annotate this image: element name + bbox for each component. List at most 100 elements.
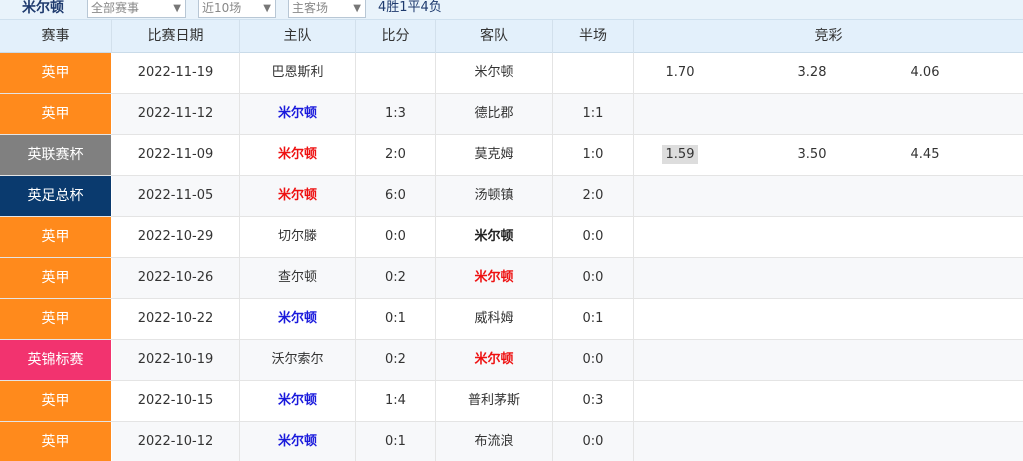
competition-badge[interactable]: 英甲	[0, 53, 112, 93]
away-team-link[interactable]: 普利茅斯	[436, 381, 553, 421]
away-team-link[interactable]: 莫克姆	[436, 135, 553, 175]
odds-value	[782, 258, 842, 298]
odds-value: 1.70	[650, 53, 710, 93]
filter-bar: 米尔顿 全部赛事 ▼ 近10场 ▼ 主客场 ▼ 4胜1平4负	[0, 0, 1023, 20]
odds-value	[650, 299, 710, 339]
competition-select-value: 全部赛事	[91, 1, 140, 15]
home-team-link[interactable]: 米尔顿	[240, 94, 356, 134]
match-score[interactable]: 0:2	[356, 258, 436, 298]
match-score[interactable]: 1:3	[356, 94, 436, 134]
odds-value	[895, 340, 955, 380]
odds-value	[650, 94, 710, 134]
header-odds: 竞彩	[814, 28, 843, 44]
match-score[interactable]: 0:0	[356, 217, 436, 257]
odds-value	[895, 217, 955, 257]
record-summary: 4胜1平4负	[378, 0, 442, 15]
odds-value	[895, 381, 955, 421]
away-team-link[interactable]: 米尔顿	[436, 217, 553, 257]
away-team-link[interactable]: 布流浪	[436, 422, 553, 461]
competition-badge[interactable]: 英甲	[0, 422, 112, 461]
match-score[interactable]: 0:2	[356, 340, 436, 380]
range-select[interactable]: 近10场 ▼	[198, 0, 276, 18]
home-team-link[interactable]: 米尔顿	[240, 381, 356, 421]
home-team-link[interactable]: 米尔顿	[240, 176, 356, 216]
match-date: 2022-11-19	[112, 53, 240, 93]
away-team-link[interactable]: 米尔顿	[436, 340, 553, 380]
competition-badge[interactable]: 英锦标赛	[0, 340, 112, 380]
competition-badge[interactable]: 英甲	[0, 299, 112, 339]
competition-badge[interactable]: 英甲	[0, 94, 112, 134]
match-score[interactable]: 6:0	[356, 176, 436, 216]
odds-value-text: 1.70	[665, 65, 695, 80]
table-row: 英联赛杯 2022-11-09 米尔顿 2:0 莫克姆 1:0 1.59 3.50 4.45	[0, 135, 1023, 176]
away-team-link[interactable]: 汤顿镇	[436, 176, 553, 216]
table-row: 英甲 2022-11-19 巴恩斯利 米尔顿 1.70 3.28 4.06	[0, 53, 1023, 94]
chevron-down-icon: ▼	[263, 3, 271, 14]
odds-value	[782, 422, 842, 461]
match-date: 2022-11-05	[112, 176, 240, 216]
team-title: 米尔顿	[22, 0, 64, 16]
odds-value	[895, 258, 955, 298]
half-time-score: 0:0	[553, 340, 634, 380]
table-row: 英甲 2022-10-12 米尔顿 0:1 布流浪 0:0	[0, 422, 1023, 461]
range-select-value: 近10场	[202, 1, 242, 15]
header-half: 半场	[553, 20, 634, 53]
competition-badge[interactable]: 英甲	[0, 258, 112, 298]
table-row: 英锦标赛 2022-10-19 沃尔索尔 0:2 米尔顿 0:0	[0, 340, 1023, 381]
odds-value	[650, 258, 710, 298]
table-header: 赛事 比赛日期 主队 比分 客队 半场 竞彩	[0, 20, 1023, 53]
header-score: 比分	[356, 20, 436, 53]
match-score[interactable]: 1:4	[356, 381, 436, 421]
odds-value: 3.28	[782, 53, 842, 93]
odds-value-text: 3.28	[797, 65, 827, 80]
header-competition: 赛事	[0, 20, 112, 53]
table-row: 英足总杯 2022-11-05 米尔顿 6:0 汤顿镇 2:0	[0, 176, 1023, 217]
table-row: 英甲 2022-10-26 查尔顿 0:2 米尔顿 0:0	[0, 258, 1023, 299]
match-score[interactable]: 2:0	[356, 135, 436, 175]
odds-value-text: 4.45	[910, 147, 940, 162]
competition-select[interactable]: 全部赛事 ▼	[87, 0, 186, 18]
match-date: 2022-11-09	[112, 135, 240, 175]
home-team-link[interactable]: 米尔顿	[240, 299, 356, 339]
odds-value	[782, 217, 842, 257]
match-date: 2022-11-12	[112, 94, 240, 134]
competition-badge[interactable]: 英联赛杯	[0, 135, 112, 175]
competition-badge[interactable]: 英甲	[0, 381, 112, 421]
away-team-link[interactable]: 威科姆	[436, 299, 553, 339]
match-score[interactable]: 0:1	[356, 299, 436, 339]
match-score[interactable]: 0:1	[356, 422, 436, 461]
away-team-link[interactable]: 米尔顿	[436, 258, 553, 298]
header-away: 客队	[436, 20, 553, 53]
home-team-link[interactable]: 查尔顿	[240, 258, 356, 298]
match-date: 2022-10-12	[112, 422, 240, 461]
half-time-score: 1:1	[553, 94, 634, 134]
venue-select[interactable]: 主客场 ▼	[288, 0, 366, 18]
odds-value	[650, 217, 710, 257]
table-row: 英甲 2022-10-22 米尔顿 0:1 威科姆 0:1	[0, 299, 1023, 340]
home-team-link[interactable]: 米尔顿	[240, 135, 356, 175]
odds-value-text: 4.06	[910, 65, 940, 80]
odds-value	[895, 422, 955, 461]
match-date: 2022-10-26	[112, 258, 240, 298]
table-row: 英甲 2022-11-12 米尔顿 1:3 德比郡 1:1	[0, 94, 1023, 135]
odds-value: 4.06	[895, 53, 955, 93]
header-home: 主队	[240, 20, 356, 53]
half-time-score: 0:0	[553, 258, 634, 298]
home-team-link[interactable]: 沃尔索尔	[240, 340, 356, 380]
home-team-link[interactable]: 巴恩斯利	[240, 53, 356, 93]
half-time-score: 0:3	[553, 381, 634, 421]
odds-value: 1.59	[650, 135, 710, 175]
header-date: 比赛日期	[112, 20, 240, 53]
odds-value	[895, 94, 955, 134]
away-team-link[interactable]: 米尔顿	[436, 53, 553, 93]
competition-badge[interactable]: 英甲	[0, 217, 112, 257]
home-team-link[interactable]: 米尔顿	[240, 422, 356, 461]
odds-value	[782, 340, 842, 380]
away-team-link[interactable]: 德比郡	[436, 94, 553, 134]
home-team-link[interactable]: 切尔滕	[240, 217, 356, 257]
match-score[interactable]	[356, 53, 436, 93]
odds-value-text: 3.50	[797, 147, 827, 162]
odds-value	[650, 422, 710, 461]
odds-value: 4.45	[895, 135, 955, 175]
competition-badge[interactable]: 英足总杯	[0, 176, 112, 216]
